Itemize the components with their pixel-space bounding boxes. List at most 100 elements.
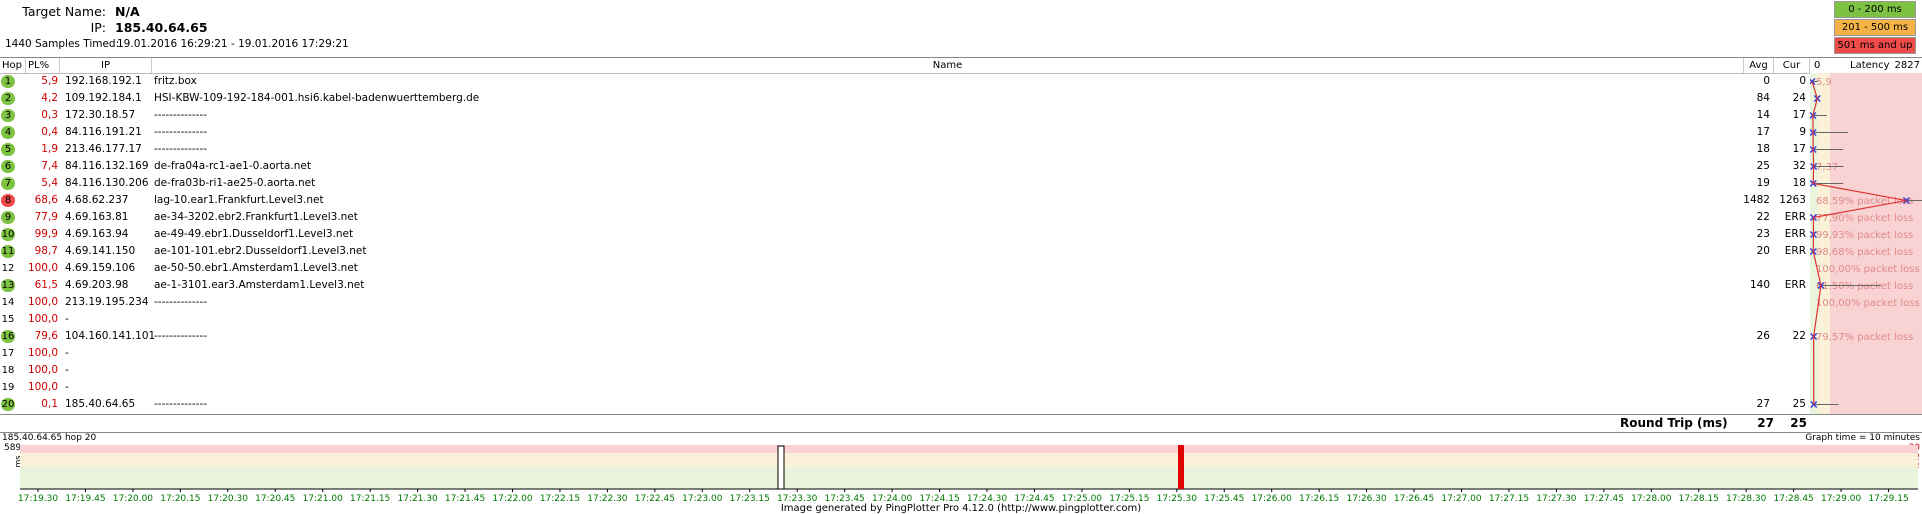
cur-latency: 17	[1792, 109, 1806, 121]
avg-latency: 18	[1756, 143, 1770, 155]
trace-table-header: Hop PL% IP Name Avg Cur 0 Latency 2827 m…	[0, 57, 1922, 86]
table-row[interactable]: 19 100,0-	[0, 379, 1922, 396]
hop-ip: 4.69.163.94	[65, 228, 129, 240]
packet-loss: 99,9	[34, 228, 58, 240]
avg-latency: 22	[1756, 211, 1770, 223]
col-hop[interactable]: Hop	[0, 58, 26, 73]
hop-name: ae-34-3202.ebr2.Frankfurt1.Level3.net	[154, 211, 358, 223]
table-row[interactable]: 6 7,4 84.116.132.169 de-fra04a-rc1-ae1-0.ao…	[0, 158, 1922, 175]
hop-ip: 4.69.159.106	[65, 262, 136, 274]
hop-number: 9	[1, 211, 15, 224]
table-row[interactable]: 9 77,9 4.69.163.81 ae-34-3202.ebr2.Frankfur…	[0, 209, 1922, 226]
timeline-tick-label: 17:20.15	[160, 494, 200, 503]
cur-latency: ERR	[1784, 228, 1806, 240]
timeline-tick-label: 17:26.45	[1394, 494, 1434, 503]
cur-latency: 17	[1792, 143, 1806, 155]
table-row[interactable]: 5 1,9 213.46.177.17 -------------- 18 17	[0, 141, 1922, 158]
cur-latency: 32	[1792, 160, 1806, 172]
col-cur[interactable]: Cur	[1774, 58, 1810, 73]
timeline-tick-label: 17:21.45	[445, 494, 485, 503]
round-trip-label: Round Trip (ms)	[1620, 416, 1728, 430]
packet-loss: 0,3	[41, 109, 58, 121]
packet-loss: 100,0	[27, 364, 58, 376]
table-row[interactable]: 18 100,0-	[0, 362, 1922, 379]
hop-number: 18	[1, 365, 15, 376]
table-row[interactable]: 14 100,0 213.19.195.234 --------------	[0, 294, 1922, 311]
table-row[interactable]: 1 5,9 192.168.192.1 fritz.box 0 0	[0, 73, 1922, 90]
timeline-tick-label: 17:23.15	[730, 494, 770, 503]
hop-name: HSI-KBW-109-192-184-001.hsi6.kabel-baden…	[154, 92, 480, 104]
col-name[interactable]: Name	[152, 58, 1744, 73]
timeline-tick-label: 17:19.30	[18, 494, 59, 503]
hop-number: 14	[1, 297, 15, 308]
timeline-tick-label: 17:22.30	[587, 494, 628, 503]
timeline-tick-label: 17:20.30	[208, 494, 249, 503]
target-name-value: N/A	[115, 4, 140, 19]
timeline-zone-mid	[20, 453, 1918, 467]
col-ip[interactable]: IP	[60, 58, 152, 73]
avg-latency: 26	[1756, 330, 1770, 342]
samples-label: 1440 Samples Timed:	[5, 38, 120, 50]
legend-high: 501 ms and up	[1834, 37, 1916, 54]
footer-credit: Image generated by PingPlotter Pro 4.12.…	[780, 503, 1142, 514]
cur-latency: ERR	[1784, 279, 1806, 291]
table-row[interactable]: 8 68,6 4.68.62.237 lag-10.ear1.Frankfurt.Le…	[0, 192, 1922, 209]
table-row[interactable]: 16 79,6 104.160.141.101 -------------- 26 22	[0, 328, 1922, 345]
table-row[interactable]: 4 0,4 84.116.191.21 -------------- 17 9	[0, 124, 1922, 141]
avg-latency: 14	[1756, 109, 1770, 121]
hop-ip: 4.69.203.98	[65, 279, 129, 291]
hop-ip: 109.192.184.1	[65, 92, 142, 104]
cur-latency: ERR	[1784, 211, 1806, 223]
table-row[interactable]: 7 5,4 84.116.130.206 de-fra03b-ri1-ae25-0.a…	[0, 175, 1922, 192]
timeline-tick-label: 17:28.45	[1774, 494, 1814, 503]
table-row[interactable]: 13 61,5 4.69.203.98 ae-1-3101.ear3.Amsterda…	[0, 277, 1922, 294]
timeline-graph: 185.40.64.65 hop 20 Graph time = 10 minu…	[0, 433, 1922, 514]
timeline-tick-label: 17:24.15	[919, 494, 959, 503]
cur-latency: 0	[1799, 75, 1806, 87]
table-row[interactable]: 10 99,9 4.69.163.94 ae-49-49.ebr1.Dusseldor…	[0, 226, 1922, 243]
timeline-tick-label: 17:27.00	[1441, 494, 1482, 503]
hop-name: --------------	[154, 398, 208, 410]
hop-number: 1	[1, 75, 15, 88]
table-row[interactable]: 17 100,0-	[0, 345, 1922, 362]
hop-number: 2	[1, 92, 15, 105]
table-row[interactable]: 15 100,0-	[0, 311, 1922, 328]
table-row[interactable]: 3 0,3 172.30.18.57 -------------- 14 17	[0, 107, 1922, 124]
avg-latency: 84	[1756, 92, 1770, 104]
table-row[interactable]: 20 0,1 185.40.64.65 -------------- 27 25	[0, 396, 1922, 413]
timeline-tick-label: 17:21.30	[397, 494, 438, 503]
timeline-tick-label: 17:25.00	[1062, 494, 1103, 503]
timeline-zone-high	[20, 445, 1918, 453]
timeline-tick-label: 17:22.00	[492, 494, 533, 503]
table-row[interactable]: 2 4,2 109.192.184.1 HSI-KBW-109-192-184-001…	[0, 90, 1922, 107]
timeline-tick-label: 17:26.30	[1346, 494, 1387, 503]
cur-latency: ERR	[1784, 245, 1806, 257]
ip-value: 185.40.64.65	[115, 20, 208, 35]
col-pl[interactable]: PL%	[26, 58, 60, 73]
packet-loss: 0,1	[41, 398, 58, 410]
target-header: Target Name: N/A IP: 185.40.64.65 1440 S…	[0, 0, 1922, 55]
timeline-tick-label: 17:20.45	[255, 494, 295, 503]
packet-loss: 5,4	[41, 177, 58, 189]
hop-ip: 185.40.64.65	[65, 398, 136, 410]
col-max: 2827 ms	[1894, 60, 1920, 86]
packet-loss: 5,9	[41, 75, 58, 87]
timeline-tick-label: 17:26.00	[1252, 494, 1293, 503]
hop-name: --------------	[154, 126, 208, 138]
table-row[interactable]: 12 100,0 4.69.159.106 ae-50-50.ebr1.Amsterd…	[0, 260, 1922, 277]
hop-number: 17	[1, 348, 15, 359]
packet-loss: 100,0	[27, 313, 58, 325]
hop-number: 8	[1, 194, 15, 207]
hop-ip: 84.116.130.206	[65, 177, 149, 189]
packet-loss: 68,6	[34, 194, 58, 206]
timeline-tick-label: 17:22.15	[540, 494, 580, 503]
hop-number: 19	[1, 382, 15, 393]
table-row[interactable]: 11 98,7 4.69.141.150 ae-101-101.ebr2.Dussel…	[0, 243, 1922, 260]
hop-name: ae-1-3101.ear3.Amsterdam1.Level3.net	[154, 279, 365, 291]
hop-number: 4	[1, 126, 15, 139]
avg-latency: 1482	[1743, 194, 1770, 206]
col-avg[interactable]: Avg	[1744, 58, 1774, 73]
timeline-tick-label: 17:25.15	[1109, 494, 1149, 503]
hop-number: 20	[1, 398, 15, 411]
timeline-tick-label: 17:27.45	[1584, 494, 1624, 503]
